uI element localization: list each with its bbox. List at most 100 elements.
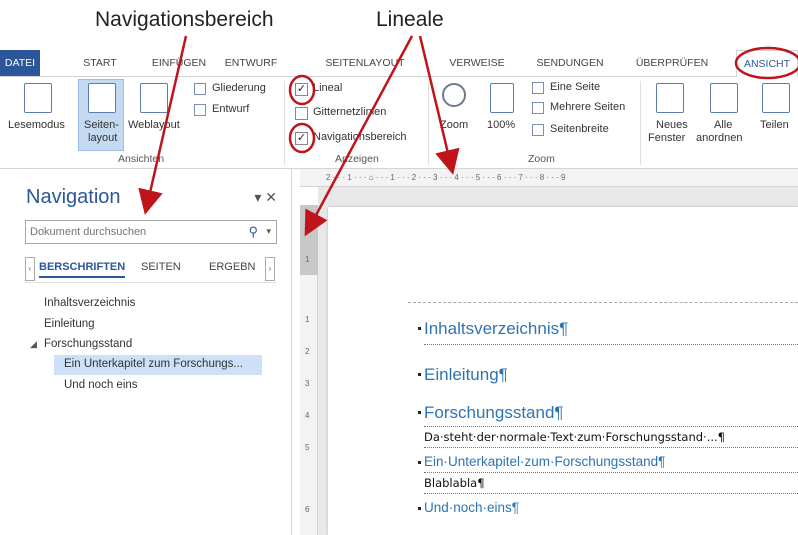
dotted-line <box>424 493 798 494</box>
zoom-button[interactable]: Zoom <box>440 119 468 131</box>
margin-guide <box>408 302 798 303</box>
vruler-mark: 1 <box>305 315 310 324</box>
doc-body-text[interactable]: Blablabla¶ <box>424 476 485 490</box>
web-layout-button[interactable]: Weblayout <box>128 119 180 131</box>
navigation-title: Navigation <box>26 186 121 208</box>
print-layout-label-2: layout <box>88 132 118 144</box>
doc-heading[interactable]: Forschungsstand¶ <box>424 403 564 423</box>
navigation-tabs: ‹ BERSCHRIFTEN SEITEN ERGEBN › <box>25 257 277 283</box>
outline-button[interactable]: Gliederung <box>212 82 266 94</box>
vruler-mark: 5 <box>305 443 310 452</box>
ribbon-separator <box>640 81 641 165</box>
chevron-down-icon[interactable]: ▾ <box>266 226 271 237</box>
gridlines-checkbox[interactable] <box>295 107 308 120</box>
nav-heading-item[interactable]: Inhaltsverzeichnis <box>44 297 135 309</box>
vertical-ruler-margin <box>300 205 318 275</box>
read-mode-button[interactable]: Lesemodus <box>8 119 65 131</box>
draft-icon <box>194 104 206 116</box>
tab-file[interactable]: DATEI <box>0 50 40 76</box>
chevron-left-icon[interactable]: ‹ <box>25 257 35 281</box>
doc-subheading[interactable]: Ein·Unterkapitel·zum·Forschungsstand¶ <box>424 454 665 469</box>
bullet <box>418 507 421 510</box>
doc-heading[interactable]: Und·noch·eins¶ <box>424 500 519 515</box>
new-window-button[interactable]: Neues <box>656 119 688 131</box>
page-width-icon <box>532 124 544 136</box>
arrange-all-icon <box>710 83 738 113</box>
vruler-mark: 2 <box>305 223 310 232</box>
multiple-pages-button[interactable]: Mehrere Seiten <box>550 101 625 113</box>
bullet <box>418 373 421 376</box>
tab-mailings[interactable]: SENDUNGEN <box>532 50 608 76</box>
navigation-pane-controls[interactable]: ▾ ✕ <box>254 189 277 206</box>
group-label-show: Anzeigen <box>335 153 379 165</box>
split-button[interactable]: Teilen <box>760 119 789 131</box>
tab-results[interactable]: ERGEBN <box>209 261 255 273</box>
new-window-icon <box>656 83 684 113</box>
navigation-pane: Navigation ▾ ✕ ⚲ ▾ ‹ BERSCHRIFTEN SEITEN… <box>0 169 292 535</box>
tab-references[interactable]: VERWEISE <box>447 50 507 76</box>
bullet <box>418 411 421 414</box>
one-page-button[interactable]: Eine Seite <box>550 81 600 93</box>
vruler-mark: 1 <box>305 255 310 264</box>
nav-pane-label: Navigationsbereich <box>313 131 407 143</box>
print-layout-button[interactable]: Seiten- <box>84 119 119 131</box>
ribbon-tab-bar: DATEI START EINFÜGEN ENTWURF SEITENLAYOU… <box>0 50 798 77</box>
tab-design[interactable]: ENTWURF <box>222 50 280 76</box>
hundred-percent-icon <box>490 83 514 113</box>
nav-heading-item-selected[interactable]: Ein Unterkapitel zum Forschungs... <box>64 358 243 370</box>
hundred-percent-button[interactable]: 100% <box>487 119 515 131</box>
document-search-box[interactable]: ⚲ ▾ <box>25 220 277 244</box>
vruler-mark: 3 <box>305 379 310 388</box>
doc-heading[interactable]: Einleitung¶ <box>424 365 508 385</box>
tab-pages[interactable]: SEITEN <box>141 261 181 273</box>
document-search-input[interactable] <box>26 221 226 243</box>
dotted-line <box>424 426 798 427</box>
tab-review[interactable]: ÜBERPRÜFEN <box>634 50 710 76</box>
ribbon-separator <box>428 81 429 165</box>
tab-headings[interactable]: BERSCHRIFTEN <box>39 261 126 278</box>
dotted-line <box>424 447 798 448</box>
document-page[interactable]: Inhaltsverzeichnis¶ Einleitung¶ Forschun… <box>328 207 798 535</box>
annotation-navigation-area: Navigationsbereich <box>95 8 274 31</box>
vruler-mark: 2 <box>305 347 310 356</box>
tab-view[interactable]: ANSICHT <box>736 50 798 77</box>
document-area: Inhaltsverzeichnis¶ Einleitung¶ Forschun… <box>318 187 798 535</box>
vruler-mark: 4 <box>305 411 310 420</box>
horizontal-ruler[interactable]: 2 · · · 1 · · · ⌂ · · · 1 · · · 2 · · · … <box>300 169 798 187</box>
ruler-checkbox[interactable]: ✓ <box>295 83 308 96</box>
ribbon-separator <box>284 81 285 165</box>
page-width-button[interactable]: Seitenbreite <box>550 123 609 135</box>
arrange-all-label-2: anordnen <box>696 132 743 144</box>
read-mode-icon <box>24 83 52 113</box>
ribbon: Lesemodus Seiten- layout Weblayout Glied… <box>0 77 798 169</box>
nav-heading-item[interactable]: Forschungsstand <box>44 338 132 350</box>
bullet <box>418 461 421 464</box>
multiple-pages-icon <box>532 102 544 114</box>
group-label-views: Ansichten <box>118 153 165 165</box>
dotted-line <box>424 344 798 345</box>
collapse-triangle-icon[interactable]: ◢ <box>30 339 37 350</box>
chevron-right-icon[interactable]: › <box>265 257 275 281</box>
vertical-ruler[interactable]: 2 1 1 2 3 4 5 6 <box>300 205 318 535</box>
arrange-all-button[interactable]: Alle <box>714 119 732 131</box>
tab-insert[interactable]: EINFÜGEN <box>146 50 212 76</box>
search-icon[interactable]: ⚲ <box>248 224 258 240</box>
vruler-mark: 6 <box>305 505 310 514</box>
nav-pane-checkbox[interactable]: ✓ <box>295 132 308 145</box>
doc-body-text[interactable]: Da·steht·der·normale·Text·zum·Forschungs… <box>424 430 725 444</box>
outline-icon <box>194 83 206 95</box>
split-icon <box>762 83 790 113</box>
new-window-label-2: Fenster <box>648 132 686 144</box>
doc-heading[interactable]: Inhaltsverzeichnis¶ <box>424 319 568 339</box>
horizontal-ruler-marks: 2 · · · 1 · · · ⌂ · · · 1 · · · 2 · · · … <box>326 173 566 182</box>
dotted-line <box>424 472 798 473</box>
print-layout-icon <box>88 83 116 113</box>
gridlines-label: Gitternetzlinien <box>313 106 387 118</box>
draft-button[interactable]: Entwurf <box>212 103 249 115</box>
bullet <box>418 327 421 330</box>
tab-page-layout[interactable]: SEITENLAYOUT <box>320 50 410 76</box>
web-layout-icon <box>140 83 168 113</box>
nav-heading-item[interactable]: Einleitung <box>44 318 95 330</box>
nav-heading-item[interactable]: Und noch eins <box>64 379 138 391</box>
tab-start[interactable]: START <box>80 50 120 76</box>
